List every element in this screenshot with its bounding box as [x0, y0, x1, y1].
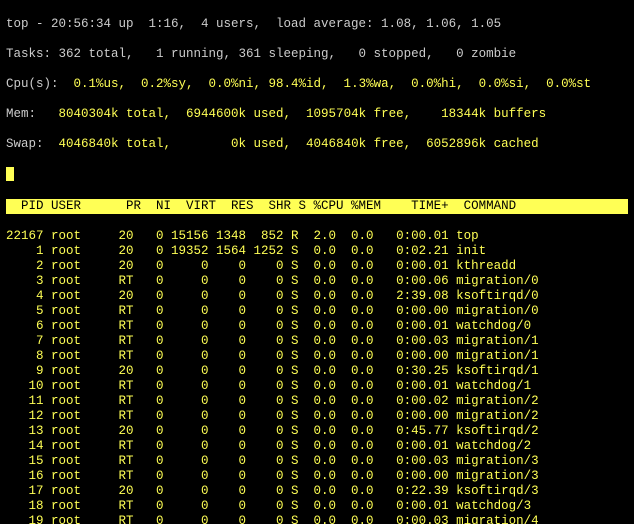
process-row: 8 root RT 0 0 0 0 S 0.0 0.0 0:00.00 migr… [6, 349, 628, 364]
process-row: 10 root RT 0 0 0 0 S 0.0 0.0 0:00.01 wat… [6, 379, 628, 394]
input-line[interactable] [6, 167, 628, 184]
summary-line-4: Mem: 8040304k total, 6944600k used, 1095… [6, 107, 628, 122]
process-row: 19 root RT 0 0 0 0 S 0.0 0.0 0:00.03 mig… [6, 514, 628, 524]
mem-values: 8040304k total, 6944600k used, 1095704k … [44, 107, 547, 121]
process-row: 1 root 20 0 19352 1564 1252 S 0.0 0.0 0:… [6, 244, 628, 259]
mem-label: Mem: [6, 107, 44, 121]
process-row: 13 root 20 0 0 0 0 S 0.0 0.0 0:45.77 kso… [6, 424, 628, 439]
process-row: 18 root RT 0 0 0 0 S 0.0 0.0 0:00.01 wat… [6, 499, 628, 514]
process-list: 22167 root 20 0 15156 1348 852 R 2.0 0.0… [6, 229, 628, 524]
process-row: 4 root 20 0 0 0 0 S 0.0 0.0 2:39.08 ksof… [6, 289, 628, 304]
process-row: 15 root RT 0 0 0 0 S 0.0 0.0 0:00.03 mig… [6, 454, 628, 469]
summary-line-2: Tasks: 362 total, 1 running, 361 sleepin… [6, 47, 628, 62]
cursor-icon [6, 167, 14, 181]
process-row: 6 root RT 0 0 0 0 S 0.0 0.0 0:00.01 watc… [6, 319, 628, 334]
process-row: 16 root RT 0 0 0 0 S 0.0 0.0 0:00.00 mig… [6, 469, 628, 484]
process-row: 12 root RT 0 0 0 0 S 0.0 0.0 0:00.00 mig… [6, 409, 628, 424]
process-row: 7 root RT 0 0 0 0 S 0.0 0.0 0:00.03 migr… [6, 334, 628, 349]
process-row: 14 root RT 0 0 0 0 S 0.0 0.0 0:00.01 wat… [6, 439, 628, 454]
swap-label: Swap: [6, 137, 44, 151]
terminal-output[interactable]: top - 20:56:34 up 1:16, 4 users, load av… [0, 0, 634, 524]
summary-line-3: Cpu(s): 0.1%us, 0.2%sy, 0.0%ni, 98.4%id,… [6, 77, 628, 92]
summary-line-5: Swap: 4046840k total, 0k used, 4046840k … [6, 137, 628, 152]
process-row: 2 root 20 0 0 0 0 S 0.0 0.0 0:00.01 kthr… [6, 259, 628, 274]
cpu-values: 0.1%us, 0.2%sy, 0.0%ni, 98.4%id, 1.3%wa,… [59, 77, 592, 91]
process-row: 11 root RT 0 0 0 0 S 0.0 0.0 0:00.02 mig… [6, 394, 628, 409]
summary-line-1: top - 20:56:34 up 1:16, 4 users, load av… [6, 17, 628, 32]
process-row: 17 root 20 0 0 0 0 S 0.0 0.0 0:22.39 kso… [6, 484, 628, 499]
process-row: 3 root RT 0 0 0 0 S 0.0 0.0 0:00.06 migr… [6, 274, 628, 289]
process-row: 22167 root 20 0 15156 1348 852 R 2.0 0.0… [6, 229, 628, 244]
swap-values: 4046840k total, 0k used, 4046840k free, … [44, 137, 539, 151]
process-row: 5 root RT 0 0 0 0 S 0.0 0.0 0:00.00 migr… [6, 304, 628, 319]
column-header-row: PID USER PR NI VIRT RES SHR S %CPU %MEM … [6, 199, 628, 214]
process-row: 9 root 20 0 0 0 0 S 0.0 0.0 0:30.25 ksof… [6, 364, 628, 379]
cpu-label: Cpu(s): [6, 77, 59, 91]
